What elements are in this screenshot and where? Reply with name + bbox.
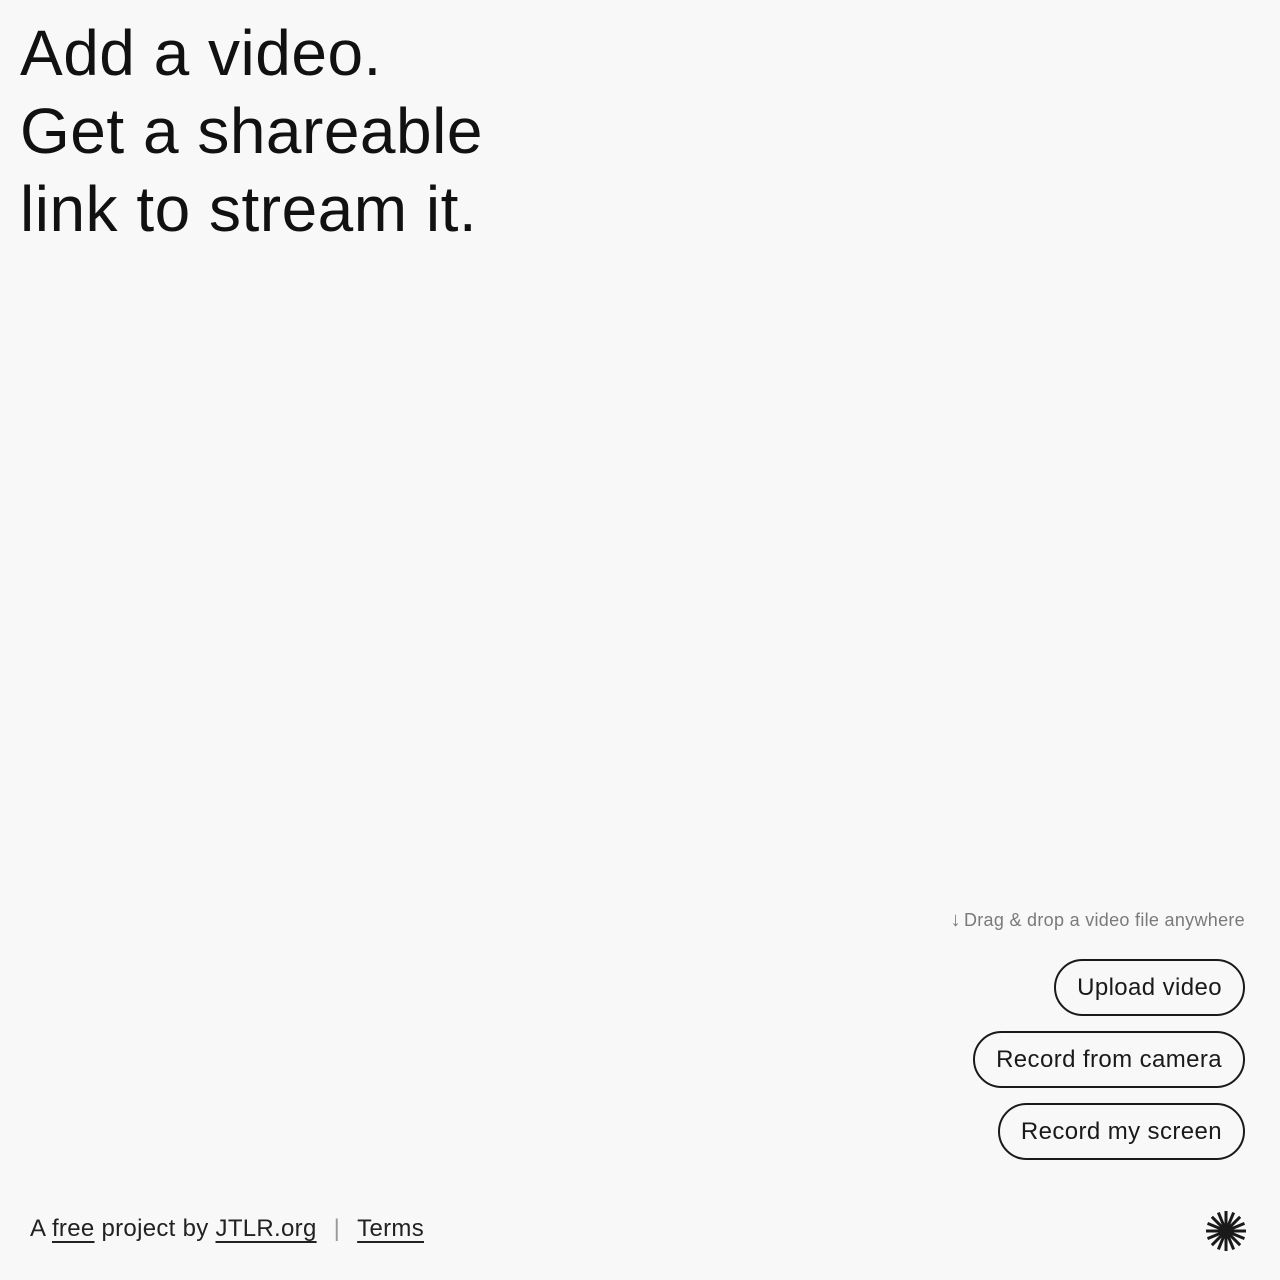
drag-drop-hint-text: Drag & drop a video file anywhere (963, 910, 1245, 930)
video-actions: ↓ Drag & drop a video file anywhere Uploa… (951, 906, 1245, 1175)
headline-line-3: link to stream it. (20, 173, 478, 245)
free-link[interactable]: free (52, 1215, 95, 1242)
page-headline: Add a video. Get a shareable link to str… (20, 14, 483, 248)
headline-line-2: Get a shareable (20, 95, 483, 167)
asterisk-burst-icon (1206, 1211, 1246, 1251)
drag-drop-hint: ↓ Drag & drop a video file anywhere (951, 906, 1245, 934)
upload-video-button[interactable]: Upload video (1054, 959, 1245, 1016)
jtlr-org-link[interactable]: JTLR.org (216, 1215, 317, 1242)
down-arrow-icon: ↓ (950, 909, 961, 931)
footer-separator: | (333, 1215, 341, 1242)
record-screen-button[interactable]: Record my screen (997, 1103, 1245, 1160)
footer-prefix: A (30, 1215, 45, 1242)
terms-link[interactable]: Terms (357, 1215, 424, 1242)
headline-line-1: Add a video. (20, 17, 382, 89)
footer-middle-text: project by (101, 1215, 209, 1242)
footer: A free project by JTLR.org | Terms (30, 1212, 424, 1246)
record-camera-button[interactable]: Record from camera (973, 1031, 1245, 1088)
